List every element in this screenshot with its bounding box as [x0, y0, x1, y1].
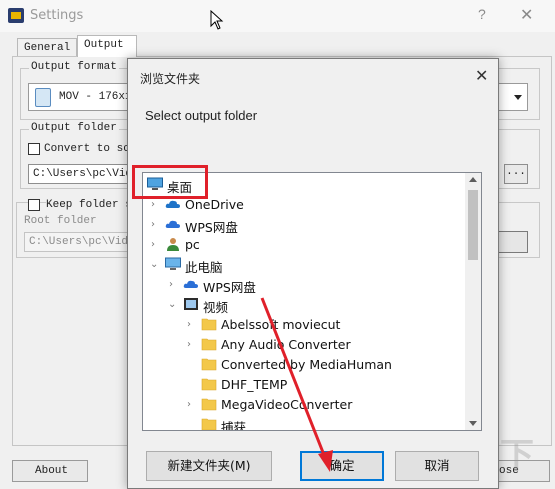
- folder-icon: [201, 398, 217, 411]
- tree-item-label: WPS网盘: [203, 280, 256, 295]
- tree-item-folder[interactable]: DHF_TEMP: [143, 375, 463, 395]
- keep-folder-structure-checkbox[interactable]: [28, 199, 40, 211]
- tree-item-label: 此电脑: [185, 260, 223, 275]
- cloud-icon: [165, 200, 180, 208]
- keep-folder-structure-label: Keep folder s: [46, 199, 134, 211]
- tree-item-folder[interactable]: › MegaVideoConverter: [143, 395, 463, 415]
- chevron-right-icon[interactable]: ›: [151, 219, 155, 230]
- user-icon: [167, 238, 179, 251]
- chevron-down-icon[interactable]: ⌄: [150, 259, 158, 270]
- convert-to-source-checkbox[interactable]: [28, 143, 40, 155]
- title-bar: Settings ? ✕: [0, 0, 555, 32]
- folder-icon: [201, 358, 217, 371]
- tree-item-videos[interactable]: ⌄ 视频: [143, 295, 463, 315]
- convert-to-source-label: Convert to sou: [44, 143, 137, 155]
- about-button[interactable]: About: [12, 460, 88, 482]
- folder-icon: [201, 318, 217, 331]
- tree-item-wps-cloud-drive[interactable]: › WPS网盘: [143, 275, 463, 295]
- chevron-down-icon[interactable]: ⌄: [168, 299, 176, 310]
- output-format-label: Output format: [29, 61, 119, 73]
- mouse-cursor-icon: [210, 10, 224, 30]
- cloud-icon: [183, 280, 198, 288]
- ok-button[interactable]: 确定: [300, 451, 384, 481]
- watermark-logo: 下: [500, 436, 534, 476]
- close-window-button[interactable]: ✕: [520, 5, 533, 25]
- folder-tree[interactable]: 桌面 › OneDrive › WPS网盘 › pc ⌄ 此电脑 › WPS网盘…: [142, 172, 482, 431]
- tree-item-folder[interactable]: 捕获: [143, 415, 463, 431]
- tree-item-label: 捕获: [221, 420, 247, 431]
- scroll-thumb[interactable]: [468, 190, 478, 260]
- tab-general[interactable]: General: [17, 38, 77, 56]
- scroll-up-icon[interactable]: [469, 177, 477, 182]
- tree-item-label: pc: [185, 237, 200, 252]
- root-folder-path-field: C:\Users\pc\Vide: [24, 232, 134, 252]
- root-folder-label: Root folder: [24, 215, 97, 227]
- chevron-right-icon[interactable]: ›: [187, 339, 191, 350]
- chevron-down-icon[interactable]: [509, 84, 527, 110]
- folder-icon: [201, 418, 217, 430]
- tree-item-label: WPS网盘: [185, 220, 238, 235]
- tree-item-wps-cloud[interactable]: › WPS网盘: [143, 215, 463, 235]
- folder-icon: [201, 378, 217, 391]
- output-folder-path-field[interactable]: C:\Users\pc\Vide: [28, 164, 138, 184]
- chevron-right-icon[interactable]: ›: [169, 279, 173, 290]
- output-folder-label: Output folder: [29, 122, 119, 134]
- tree-item-label: Any Audio Converter: [221, 337, 351, 352]
- tree-item-label: Converted by MediaHuman: [221, 357, 392, 372]
- video-folder-icon: [184, 298, 198, 310]
- computer-icon: [165, 257, 181, 270]
- tree-item-label: MegaVideoConverter: [221, 397, 353, 412]
- chevron-right-icon[interactable]: ›: [187, 319, 191, 330]
- tree-item-folder[interactable]: › Any Audio Converter: [143, 335, 463, 355]
- browse-folder-dialog: 浏览文件夹 ✕ Select output folder 桌面 › OneDri…: [127, 58, 499, 489]
- tree-item-label: OneDrive: [185, 197, 244, 212]
- tree-scrollbar[interactable]: [465, 173, 481, 430]
- app-icon: [8, 8, 24, 23]
- new-folder-button[interactable]: 新建文件夹(M): [146, 451, 272, 481]
- dialog-close-button[interactable]: ✕: [475, 66, 488, 86]
- dialog-prompt: Select output folder: [145, 108, 258, 123]
- video-format-icon: [35, 88, 51, 107]
- chevron-right-icon[interactable]: ›: [151, 199, 155, 210]
- tree-item-folder[interactable]: Converted by MediaHuman: [143, 355, 463, 375]
- chevron-right-icon[interactable]: ›: [151, 239, 155, 250]
- tree-item-folder[interactable]: › Abelssoft moviecut: [143, 315, 463, 335]
- tree-item-this-pc[interactable]: ⌄ 此电脑: [143, 255, 463, 275]
- cloud-icon: [165, 220, 180, 228]
- cancel-button[interactable]: 取消: [395, 451, 479, 481]
- browse-folder-button[interactable]: ...: [504, 164, 528, 184]
- folder-icon: [201, 338, 217, 351]
- chevron-right-icon[interactable]: ›: [187, 399, 191, 410]
- tree-item-label: Abelssoft moviecut: [221, 317, 341, 332]
- help-button[interactable]: ?: [478, 6, 486, 22]
- tab-output[interactable]: Output: [77, 35, 137, 57]
- tree-item-user-pc[interactable]: › pc: [143, 235, 463, 255]
- highlight-box: [132, 165, 208, 199]
- tree-item-label: 视频: [203, 300, 229, 315]
- window-title: Settings: [30, 8, 84, 23]
- root-folder-browse-button: [498, 231, 528, 253]
- dialog-title: 浏览文件夹: [140, 72, 201, 86]
- tree-item-label: DHF_TEMP: [221, 377, 288, 392]
- scroll-down-icon[interactable]: [469, 421, 477, 426]
